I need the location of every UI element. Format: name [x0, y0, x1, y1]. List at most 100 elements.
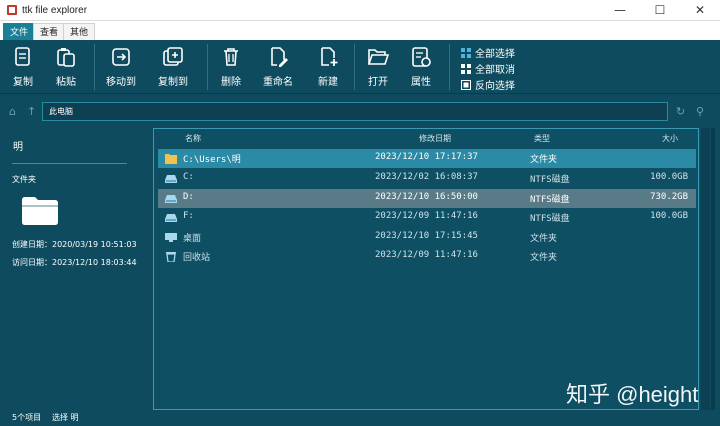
file-name: C: [183, 172, 194, 182]
paste-icon [57, 48, 75, 67]
file-name: 回收站 [183, 253, 211, 263]
file-size: 100.0GB [650, 172, 688, 182]
tab-file[interactable]: 文件 [3, 23, 36, 41]
drive-icon [165, 214, 177, 222]
copy-icon [15, 47, 30, 66]
ribbon-divider [449, 44, 450, 90]
invert-selection-button[interactable]: 反向选择 [461, 77, 515, 92]
status-item-count: 5个项目 [12, 413, 42, 422]
ribbon-divider [94, 44, 95, 90]
select-all-icon [461, 47, 471, 58]
file-type: 文件夹 [530, 155, 558, 165]
ribbon-toolbar: 复制 粘贴 移动到 复制到 删除 重命名 新建 打开 属性 全部选择 全部取消 … [0, 40, 720, 94]
deselect-all-icon [461, 63, 471, 74]
minimize-button[interactable]: — [600, 0, 640, 20]
column-header-name[interactable]: 名称 [185, 133, 201, 144]
column-header-modified[interactable]: 修改日期 [419, 133, 451, 144]
delete-button[interactable]: 删除 [220, 46, 242, 88]
address-row: ⌂ ↑ 此电脑 ↻ ⚲ [0, 96, 720, 126]
recycle-bin-icon [166, 252, 176, 262]
new-label: 新建 [318, 77, 338, 88]
file-type: 文件夹 [530, 253, 558, 263]
properties-label: 属性 [411, 77, 431, 88]
select-all-button[interactable]: 全部选择 [461, 45, 515, 60]
file-modified: 2023/12/10 16:50:00 [375, 192, 478, 202]
file-list: 名称 修改日期 类型 大小 C:\Users\明 2023/12/10 17:1… [153, 128, 699, 410]
app-icon [7, 5, 17, 15]
status-selection: 选择 明 [52, 413, 79, 422]
file-row[interactable]: 回收站 2023/12/09 11:47:16 文件夹 [158, 247, 696, 266]
file-modified: 2023/12/09 11:47:16 [375, 250, 478, 260]
file-modified: 2023/12/10 17:17:37 [375, 152, 478, 162]
rename-label: 重命名 [263, 77, 293, 88]
rename-button[interactable]: 重命名 [263, 46, 293, 88]
large-folder-icon [22, 197, 58, 225]
details-created: 创建日期：2020/03/19 10:51:03 [12, 240, 137, 249]
deselect-all-button[interactable]: 全部取消 [461, 61, 515, 76]
copy-button[interactable]: 复制 [12, 46, 34, 88]
properties-icon [412, 47, 431, 67]
vertical-scrollbar[interactable] [701, 128, 710, 410]
open-label: 打开 [368, 77, 388, 88]
title-bar: ttk file explorer — ☐ ✕ [0, 0, 720, 20]
file-row[interactable]: C:\Users\明 2023/12/10 17:17:37 文件夹 [158, 149, 696, 168]
up-arrow-icon[interactable]: ↑ [27, 105, 36, 118]
drive-icon [165, 175, 177, 183]
new-button[interactable]: 新建 [317, 46, 339, 88]
window-title: ttk file explorer [22, 4, 88, 16]
details-accessed: 访问日期：2023/12/10 18:03:44 [12, 258, 137, 267]
column-header-size[interactable]: 大小 [662, 133, 678, 144]
copy-to-icon [163, 47, 183, 66]
file-type: NTFS磁盘 [530, 214, 570, 224]
file-name: C:\Users\明 [183, 155, 241, 165]
file-size: 730.2GB [650, 192, 688, 202]
invert-selection-label: 反向选择 [475, 81, 515, 92]
file-row[interactable]: D: 2023/12/10 16:50:00 NTFS磁盘 730.2GB [158, 189, 696, 208]
file-row[interactable]: F: 2023/12/09 11:47:16 NTFS磁盘 100.0GB [158, 208, 696, 227]
file-modified: 2023/12/10 17:15:45 [375, 231, 478, 241]
new-file-icon [321, 47, 338, 66]
watermark: 知乎 @height [566, 382, 699, 407]
move-to-button[interactable]: 移动到 [106, 46, 136, 88]
move-to-label: 移动到 [106, 77, 136, 88]
file-type: NTFS磁盘 [530, 175, 570, 185]
maximize-button[interactable]: ☐ [640, 0, 680, 20]
details-panel: 明 文件夹 创建日期：2020/03/19 10:51:03 访问日期：2023… [0, 128, 150, 410]
details-divider [12, 163, 127, 164]
properties-button[interactable]: 属性 [410, 46, 432, 88]
home-icon[interactable]: ⌂ [9, 105, 16, 118]
address-bar[interactable]: 此电脑 [42, 102, 668, 121]
open-button[interactable]: 打开 [367, 46, 389, 88]
close-button[interactable]: ✕ [680, 0, 720, 20]
copy-to-label: 复制到 [158, 77, 188, 88]
drive-icon [165, 195, 177, 203]
refresh-icon[interactable]: ↻ [676, 105, 685, 118]
file-modified: 2023/12/09 11:47:16 [375, 211, 478, 221]
select-all-label: 全部选择 [475, 49, 515, 60]
invert-selection-icon [461, 79, 471, 90]
move-icon [112, 48, 130, 66]
deselect-all-label: 全部取消 [475, 65, 515, 76]
rename-icon [271, 47, 288, 67]
file-name: D: [183, 192, 194, 202]
tab-view[interactable]: 查看 [33, 23, 66, 41]
paste-label: 粘贴 [56, 77, 76, 88]
file-name: 桌面 [183, 234, 202, 244]
file-type: 文件夹 [530, 234, 558, 244]
file-row[interactable]: 桌面 2023/12/10 17:15:45 文件夹 [158, 228, 696, 247]
details-title: 明 [13, 142, 23, 153]
tab-other[interactable]: 其他 [63, 23, 96, 41]
copy-to-button[interactable]: 复制到 [158, 46, 188, 88]
paste-button[interactable]: 粘贴 [55, 46, 77, 88]
desktop-icon [165, 233, 177, 242]
file-row[interactable]: C: 2023/12/02 16:08:37 NTFS磁盘 100.0GB [158, 169, 696, 188]
column-header-type[interactable]: 类型 [534, 133, 550, 144]
file-type: NTFS磁盘 [530, 195, 570, 205]
trash-icon [224, 48, 238, 66]
search-icon[interactable]: ⚲ [696, 105, 704, 118]
menu-bar: 文件 查看 其他 [0, 20, 720, 41]
file-modified: 2023/12/02 16:08:37 [375, 172, 478, 182]
file-size: 100.0GB [650, 211, 688, 221]
open-folder-icon [367, 49, 389, 65]
ribbon-divider [207, 44, 208, 90]
